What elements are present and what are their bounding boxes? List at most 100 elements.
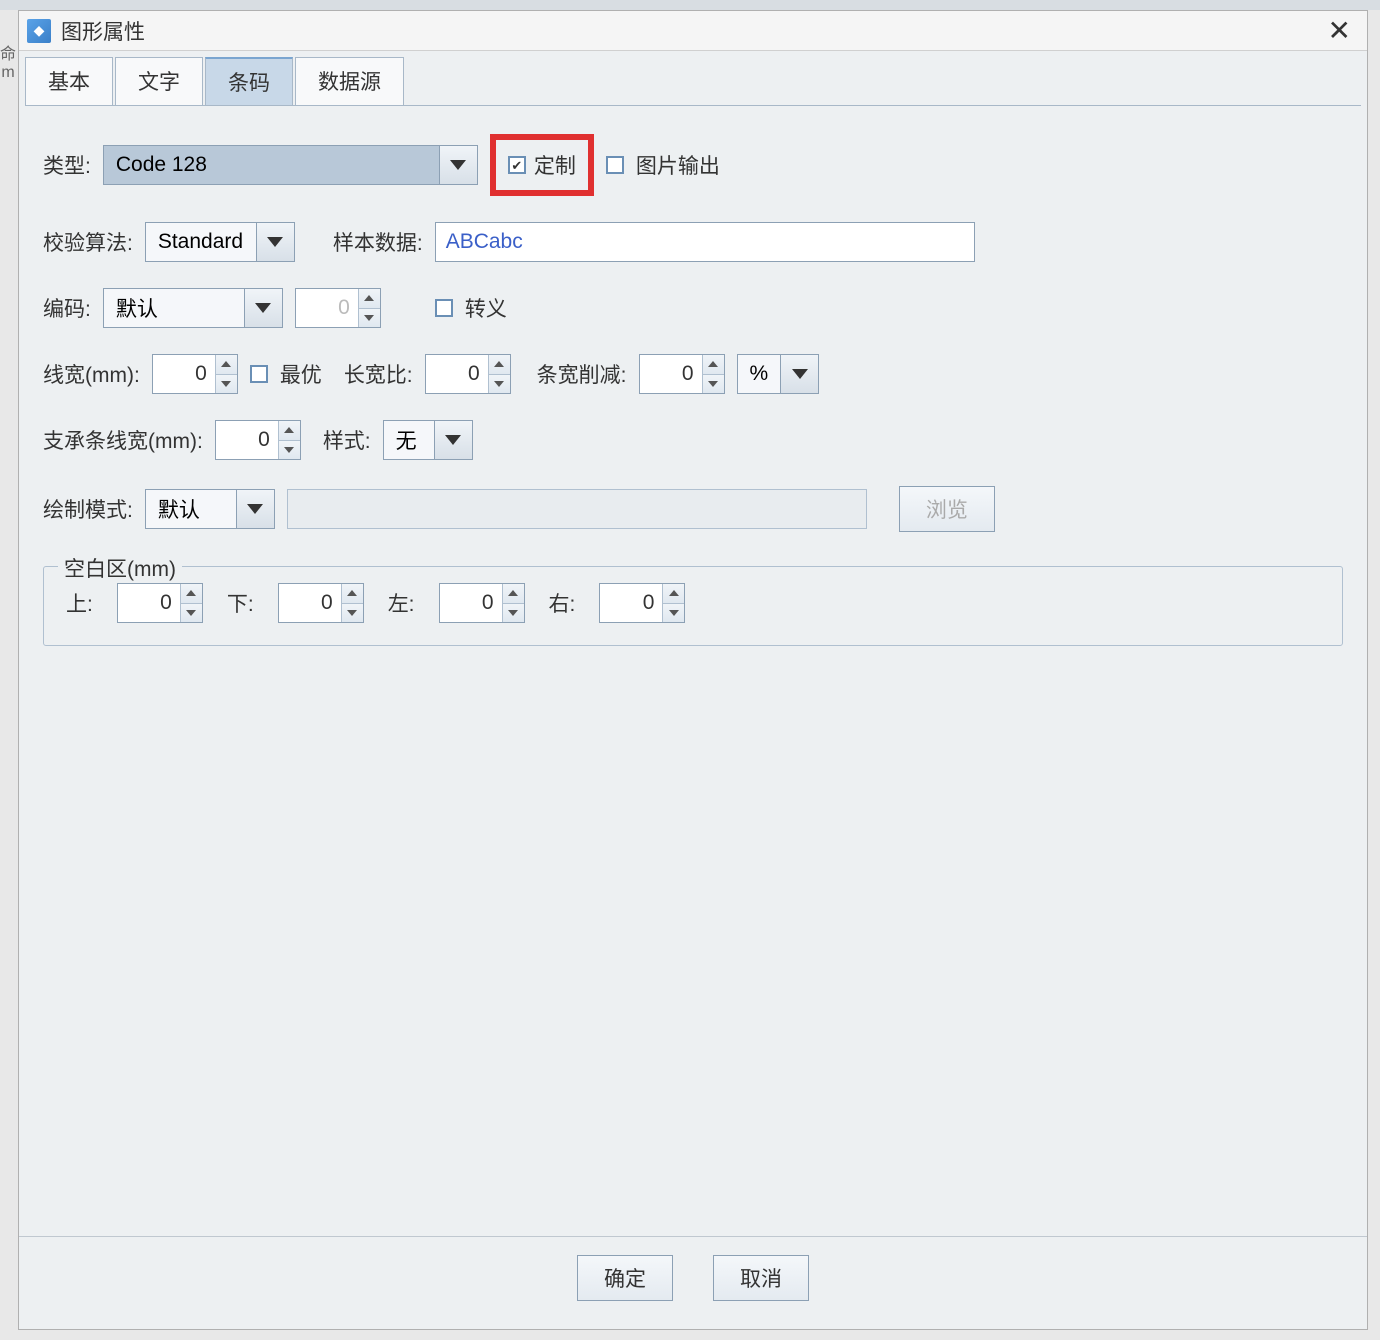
app-icon: ◆: [27, 19, 51, 43]
chevron-up-icon: [708, 361, 718, 367]
bearer-width-value: 0: [216, 421, 278, 459]
dialog-window: ◆ 图形属性 ✕ 基本 文字 条码 数据源 类型: Code 128 ✔ 定制 …: [18, 10, 1368, 1330]
label-type: 类型:: [43, 150, 91, 180]
margin-top-value: 0: [118, 584, 180, 622]
image-output-checkbox[interactable]: [606, 156, 624, 174]
chevron-down-icon: [186, 610, 196, 616]
left-ruler-fragment: 命 m: [0, 46, 16, 106]
tab-basic[interactable]: 基本: [25, 57, 113, 105]
chevron-down-icon: [255, 303, 271, 313]
chevron-down-icon: [445, 435, 461, 445]
label-margin-top: 上:: [66, 588, 93, 618]
browse-button[interactable]: 浏览: [899, 486, 995, 532]
custom-highlight-frame: ✔ 定制: [490, 134, 594, 196]
margin-bottom-spinner[interactable]: 0: [278, 583, 364, 623]
line-width-value: 0: [153, 355, 215, 393]
label-margin-left: 左:: [388, 588, 415, 618]
margin-top-spinner[interactable]: 0: [117, 583, 203, 623]
bar-reduction-unit-combobox[interactable]: %: [737, 354, 820, 394]
window-title: 图形属性: [61, 16, 1320, 46]
tab-datasource[interactable]: 数据源: [295, 57, 404, 105]
style-combobox[interactable]: 无: [383, 420, 473, 460]
spinner-down-button[interactable]: [503, 604, 524, 623]
blank-area-legend: 空白区(mm): [58, 553, 182, 583]
render-mode-dropdown-button[interactable]: [236, 490, 274, 528]
chevron-down-icon: [708, 381, 718, 387]
tab-bar: 基本 文字 条码 数据源: [19, 51, 1367, 105]
optimal-checkbox[interactable]: [250, 365, 268, 383]
custom-checkbox[interactable]: ✔: [508, 156, 526, 174]
chevron-down-icon: [221, 381, 231, 387]
margin-left-spinner[interactable]: 0: [439, 583, 525, 623]
spinner-up-button[interactable]: [503, 584, 524, 604]
encoding-combobox[interactable]: 默认: [103, 288, 283, 328]
encoding-dropdown-button[interactable]: [244, 289, 282, 327]
algorithm-dropdown-button[interactable]: [256, 223, 294, 261]
encoding-spinner-value: 0: [296, 289, 358, 327]
label-aspect-ratio: 长宽比:: [344, 359, 413, 389]
close-button[interactable]: ✕: [1320, 14, 1359, 47]
label-escape: 转义: [465, 293, 507, 323]
spinner-down-button[interactable]: [342, 604, 363, 623]
spinner-down-button[interactable]: [216, 375, 237, 394]
chevron-down-icon: [669, 610, 679, 616]
type-combobox[interactable]: Code 128: [103, 145, 478, 185]
spinner-up-button[interactable]: [181, 584, 202, 604]
algorithm-combobox[interactable]: Standard: [145, 222, 295, 262]
style-value: 无: [384, 421, 434, 459]
spinner-down-button[interactable]: [703, 375, 724, 394]
spinner-up-button[interactable]: [489, 355, 510, 375]
spinner-up-button[interactable]: [279, 421, 300, 441]
spinner-down-button[interactable]: [279, 441, 300, 460]
label-render-mode: 绘制模式:: [43, 494, 133, 524]
escape-checkbox[interactable]: [435, 299, 453, 317]
label-sample-data: 样本数据:: [333, 227, 423, 257]
tab-text[interactable]: 文字: [115, 57, 203, 105]
spinner-down-button[interactable]: [181, 604, 202, 623]
bar-reduction-unit-value: %: [738, 355, 781, 393]
spinner-down-button[interactable]: [359, 309, 380, 328]
spinner-up-button[interactable]: [216, 355, 237, 375]
chevron-up-icon: [284, 427, 294, 433]
label-optimal: 最优: [280, 359, 322, 389]
algorithm-value: Standard: [146, 223, 256, 261]
sample-data-input[interactable]: ABCabc: [435, 222, 975, 262]
background-toolbar-fragment: [0, 0, 1380, 10]
chevron-up-icon: [669, 590, 679, 596]
chevron-down-icon: [347, 610, 357, 616]
style-dropdown-button[interactable]: [434, 421, 472, 459]
spinner-down-button[interactable]: [663, 604, 684, 623]
chevron-up-icon: [364, 295, 374, 301]
unit-dropdown-button[interactable]: [780, 355, 818, 393]
chevron-up-icon: [221, 361, 231, 367]
render-mode-combobox[interactable]: 默认: [145, 489, 275, 529]
margin-right-spinner[interactable]: 0: [599, 583, 685, 623]
chevron-down-icon: [284, 447, 294, 453]
cancel-button[interactable]: 取消: [713, 1255, 809, 1301]
margin-right-value: 0: [600, 584, 662, 622]
aspect-ratio-value: 0: [426, 355, 488, 393]
bar-reduction-value: 0: [640, 355, 702, 393]
ok-button[interactable]: 确定: [577, 1255, 673, 1301]
line-width-spinner[interactable]: 0: [152, 354, 238, 394]
spinner-up-button[interactable]: [359, 289, 380, 309]
label-algorithm: 校验算法:: [43, 227, 133, 257]
chevron-up-icon: [494, 361, 504, 367]
label-style: 样式:: [323, 425, 371, 455]
aspect-ratio-spinner[interactable]: 0: [425, 354, 511, 394]
spinner-up-button[interactable]: [342, 584, 363, 604]
barcode-panel: 类型: Code 128 ✔ 定制 图片输出 校验算法: Standard 样本…: [25, 105, 1361, 1230]
titlebar: ◆ 图形属性 ✕: [19, 11, 1367, 51]
render-path-input: [287, 489, 867, 529]
tab-barcode[interactable]: 条码: [205, 57, 293, 105]
chevron-up-icon: [508, 590, 518, 596]
spinner-down-button[interactable]: [489, 375, 510, 394]
bar-reduction-spinner[interactable]: 0: [639, 354, 725, 394]
chevron-down-icon: [364, 315, 374, 321]
label-encoding: 编码:: [43, 293, 91, 323]
spinner-up-button[interactable]: [663, 584, 684, 604]
encoding-spinner[interactable]: 0: [295, 288, 381, 328]
bearer-width-spinner[interactable]: 0: [215, 420, 301, 460]
type-dropdown-button[interactable]: [439, 146, 477, 184]
spinner-up-button[interactable]: [703, 355, 724, 375]
